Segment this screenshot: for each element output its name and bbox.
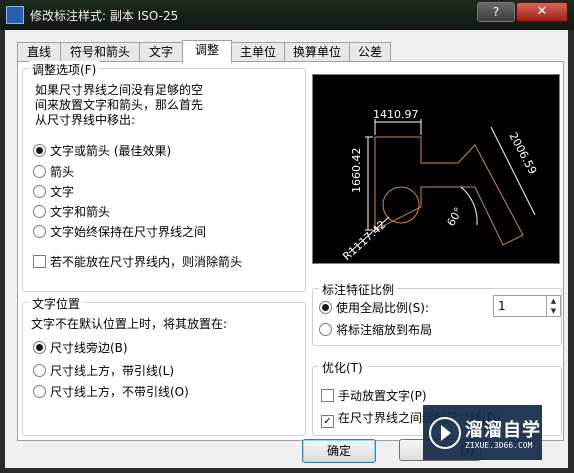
tab-tolerances[interactable]: 公差 [349,42,391,62]
window-title: 修改标注样式: 副本 ISO-25 [30,9,179,23]
preview-geometry [374,136,524,246]
part-outline [374,136,524,246]
tab-fit[interactable]: 调整 [182,40,232,63]
text-placement-group: 文字位置 文字不在默认位置上时，将其放置在: 尺寸线旁边(B) 尺寸线上方，带引… [22,295,306,436]
spinner-down-icon[interactable]: ▼ [547,306,560,316]
radio-label: 尺寸线上方，不带引线(O) [50,385,189,399]
radio-keep-text-between[interactable]: 文字始终保持在尺寸界线之间 [33,223,206,240]
radio-indicator [33,341,46,354]
radio-label: 将标注缩放到布局 [336,323,433,337]
global-scale-value: 1 [498,299,506,313]
radio-over-without-leader[interactable]: 尺寸线上方，不带引线(O) [33,383,189,400]
dim-aligned-text: 2006.59 [506,130,539,176]
checkbox-suppress-arrows[interactable]: 若不能放在尺寸界线内，则消除箭头 [33,253,242,270]
radio-indicator [33,144,46,157]
fit-options-group: 调整选项(F) 如果尺寸界线之间没有足够的空 间来放置文字和箭头，那么首先 从尺… [22,61,306,292]
radio-indicator [33,165,46,178]
play-icon [429,417,461,449]
radio-label: 尺寸线旁边(B) [50,341,128,355]
tab-panel-fit: 调整选项(F) 如果尺寸界线之间没有足够的空 间来放置文字和箭头，那么首先 从尺… [17,61,564,441]
checkbox-indicator: ✓ [321,415,334,428]
global-scale-spinner[interactable]: 1 ▲ ▼ [493,295,561,317]
fit-options-legend: 调整选项(F) [29,61,100,78]
radio-label: 箭头 [50,165,75,179]
radio-use-global-scale[interactable]: 使用全局比例(S): [319,299,429,316]
radio-label: 文字始终保持在尺寸界线之间 [50,225,207,239]
ok-button[interactable]: 确定 [302,439,376,463]
dim-angle-text: 60° [444,205,465,228]
radio-beside-dimline[interactable]: 尺寸线旁边(B) [33,339,128,356]
radio-indicator [33,225,46,238]
dim-angle-arc [460,186,478,226]
radio-text[interactable]: 文字 [33,183,74,200]
spinner-up-icon[interactable]: ▲ [547,296,560,306]
checkbox-indicator [321,389,334,402]
text-placement-description: 文字不在默认位置上时，将其放置在: [31,317,228,331]
checkbox-indicator [33,255,46,268]
radio-indicator [33,205,46,218]
spinner-arrows[interactable]: ▲ ▼ [546,296,560,316]
dim-radius-text: R1117.42 [340,218,388,263]
watermark-logo: 溜溜自学 ZIXUE.3D66.COM [423,405,542,460]
watermark-brand: 溜溜自学 [465,420,541,441]
radio-indicator [33,185,46,198]
radio-label: 文字 [50,185,75,199]
radio-indicator [33,385,46,398]
text-placement-legend: 文字位置 [29,295,84,312]
tab-symbols-arrows[interactable]: 符号和箭头 [60,42,140,62]
radio-label: 使用全局比例(S): [336,301,430,315]
help-button[interactable]: ? [477,2,515,22]
dialog-client: 直线 符号和箭头 文字 调整 主单位 换算单位 公差 调整选项(F) 如果尺寸界… [5,30,568,468]
fine-tuning-legend: 优化(T) [319,359,366,376]
radio-text-or-arrows[interactable]: 文字或箭头 (最佳效果) [33,142,171,159]
radio-label: 文字或箭头 (最佳效果) [50,144,172,158]
scale-legend: 标注特征比例 [319,281,398,298]
radio-over-with-leader[interactable]: 尺寸线上方，带引线(L) [33,362,174,379]
dim-left-text: 1660.42 [350,148,363,194]
radio-indicator [319,323,332,336]
fit-description-line-3: 从尺寸界线中移出: [35,113,136,127]
scale-group: 标注特征比例 使用全局比例(S): 1 ▲ ▼ 将标注缩放到布局 [312,281,562,346]
title-bar: 修改标注样式: 副本 ISO-25 ? ✕ [0,0,574,30]
preview-pane: 1410.97 1660.42 2006.59 60° R1117.42 [312,74,560,264]
radio-indicator [33,364,46,377]
radio-arrows[interactable]: 箭头 [33,163,74,180]
dim-top-text: 1410.97 [373,108,419,121]
tab-alternate-units[interactable]: 换算单位 [284,42,350,62]
radio-text-and-arrows[interactable]: 文字和箭头 [33,203,110,220]
tab-primary-units[interactable]: 主单位 [231,42,285,62]
close-button[interactable]: ✕ [516,2,568,22]
checkbox-label: 手动放置文字(P) [338,389,427,403]
watermark-url: ZIXUE.3D66.COM [465,441,533,450]
checkbox-label: 若不能放在尺寸界线内，则消除箭头 [50,255,243,269]
radio-indicator [319,301,332,314]
tab-lines[interactable]: 直线 [17,42,61,62]
app-icon [6,6,24,24]
radio-scale-to-layout[interactable]: 将标注缩放到布局 [319,321,432,338]
tab-text[interactable]: 文字 [139,42,183,62]
checkbox-manual-text[interactable]: 手动放置文字(P) [321,387,427,404]
radio-label: 尺寸线上方，带引线(L) [50,364,175,378]
radio-label: 文字和箭头 [50,205,111,219]
preview-drawing: 1410.97 1660.42 2006.59 60° R1117.42 [340,108,539,263]
